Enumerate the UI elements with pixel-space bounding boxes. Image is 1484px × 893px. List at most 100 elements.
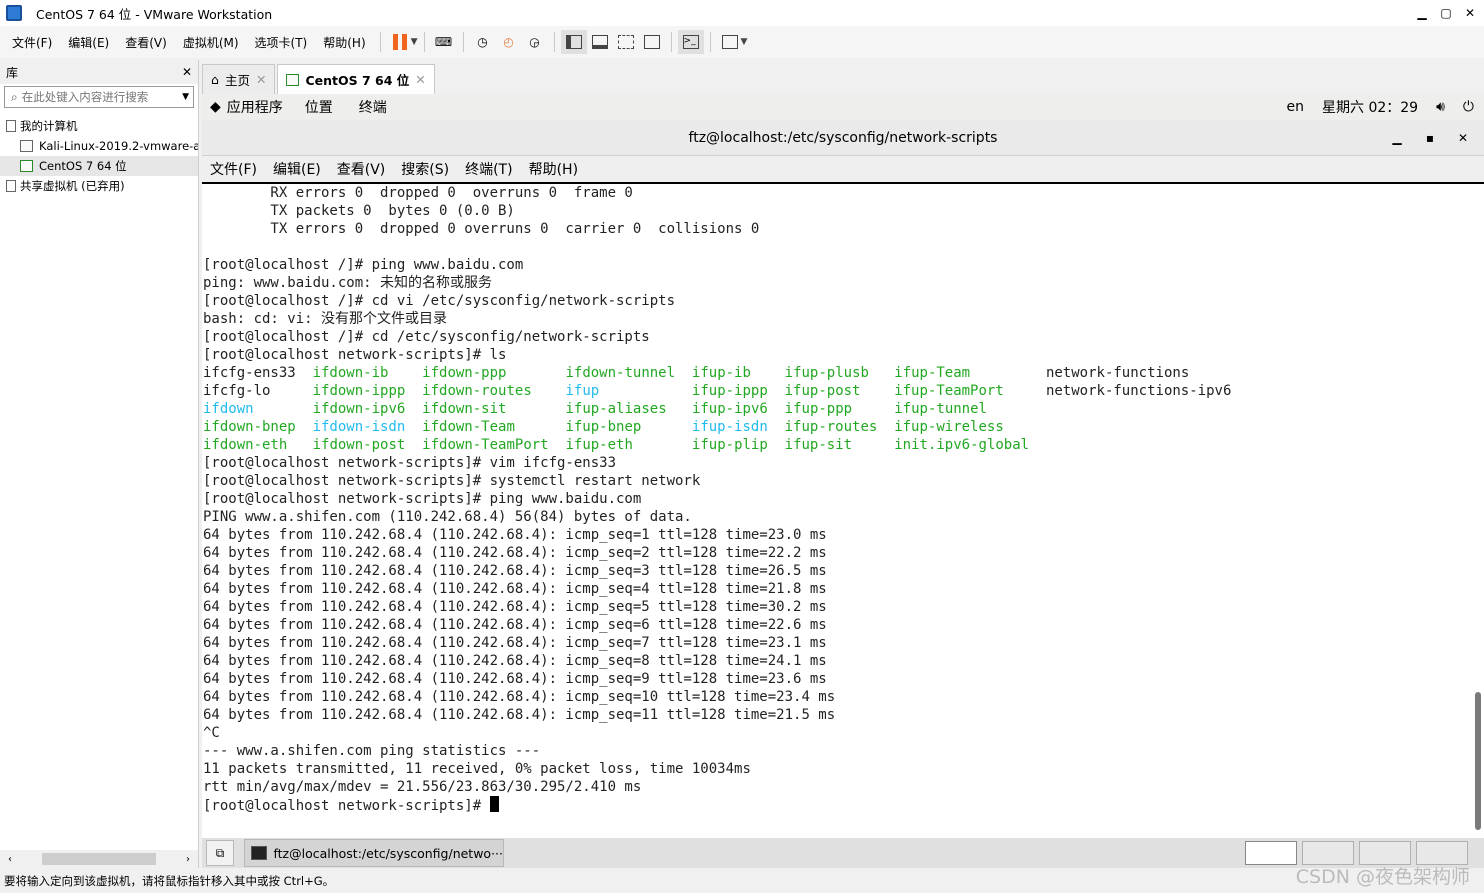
ls-entry: ifcfg-lo [203,383,271,399]
terminal-output[interactable]: RX errors 0 dropped 0 overruns 0 frame 0… [202,184,1484,838]
scroll-right-icon[interactable]: › [186,854,190,865]
vmware-logo-icon [6,5,22,21]
unity-button[interactable] [639,30,665,54]
terminal-line: bash: cd: vi: 没有那个文件或目录 [203,311,448,327]
vm-tabs: ⌂ 主页 ✕ CentOS 7 64 位 ✕ [202,64,437,94]
send-ctrl-alt-del-button[interactable]: ⌨ [431,30,457,54]
vm-display[interactable]: ◆ 应用程序 位置 终端 en 星期六 02：29 🔊︎ ⏻ ftz@local… [202,94,1484,838]
gnome-places-menu[interactable]: 位置 [305,97,333,117]
terminal-scrollbar[interactable] [1474,184,1482,836]
input-language[interactable]: en [1287,99,1305,115]
taskbar-item-label: ftz@localhost:/etc/sysconfig/netwo··· [273,845,503,861]
term-menu-search[interactable]: 搜索(S) [393,159,457,179]
status-text: 要将输入定向到该虚拟机，请将鼠标指针移入其中或按 Ctrl+G。 [4,873,335,888]
terminal-minimize-button[interactable]: ▁ [1382,120,1412,156]
term-menu-edit[interactable]: 编辑(E) [265,159,329,179]
gnome-applications-menu[interactable]: 应用程序 [227,97,283,117]
scroll-left-icon[interactable]: ‹ [8,854,12,865]
library-hscrollbar[interactable]: ‹ › [0,850,198,868]
tree-vm-kali[interactable]: Kali-Linux-2019.2-vmware-a [0,136,198,156]
term-menu-view[interactable]: 查看(V) [329,159,394,179]
scroll-thumb[interactable] [1475,692,1481,830]
fullscreen-button[interactable] [613,30,639,54]
power-icon[interactable]: ⏻ [1463,99,1474,115]
terminal-close-button[interactable]: ✕ [1448,120,1478,156]
menubar: 文件(F) 编辑(E) 查看(V) 虚拟机(M) 选项卡(T) 帮助(H) ▼ … [0,26,1484,58]
pause-dropdown-icon[interactable]: ▼ [411,37,418,47]
ls-entry: ifup-tunnel [894,401,987,417]
thumbnail-bar-button[interactable] [587,30,613,54]
show-desktop-button[interactable]: ⧉ [206,840,234,866]
ls-entry: ifdown-post [312,437,406,453]
revert-icon: ◴ [503,35,514,49]
gnome-clock[interactable]: 星期六 02：29 [1322,97,1418,117]
terminal-prompt-line[interactable]: [root@localhost network-scripts]# [203,796,1484,814]
tree-shared-vms[interactable]: 共享虚拟机 (已弃用) [0,176,198,196]
menu-tabs[interactable]: 选项卡(T) [247,34,316,51]
gnome-window-list: ⧉ ftz@localhost:/etc/sysconfig/netwo··· [202,838,1484,868]
maximize-button[interactable]: ▢ [1434,0,1458,26]
ls-entry: ifup-ppp [784,401,853,417]
ls-entry: ifdown-ib [312,365,389,381]
pause-button[interactable] [387,30,413,54]
scroll-thumb[interactable] [42,853,156,865]
home-icon: ⌂ [211,72,219,87]
tab-close-icon[interactable]: ✕ [415,72,425,87]
search-dropdown-icon[interactable]: ▼ [182,92,189,102]
term-menu-terminal[interactable]: 终端(T) [457,159,520,179]
gnome-terminal-menu[interactable]: 终端 [359,97,387,117]
terminal-line: --- www.a.shifen.com ping statistics --- [203,743,541,759]
library-tree: 我的计算机 Kali-Linux-2019.2-vmware-a CentOS … [0,116,198,196]
ls-entry: ifup-sit [784,437,853,453]
window-title: CentOS 7 64 位 - VMware Workstation [36,6,273,22]
terminal-line: ping: www.baidu.com: 未知的名称或服务 [203,275,493,291]
snapshot-button[interactable]: ◷ [470,30,496,54]
library-title: 库 [6,65,19,80]
close-button[interactable]: ✕ [1458,0,1482,26]
tab-close-icon[interactable]: ✕ [256,72,266,87]
tree-vm-centos[interactable]: CentOS 7 64 位 [0,156,198,176]
ls-entry: ifup-ippp [691,383,768,399]
terminal-cursor [489,796,499,812]
menu-view[interactable]: 查看(V) [117,34,175,51]
menu-help[interactable]: 帮助(H) [315,34,373,51]
terminal-line: 64 bytes from 110.242.68.4 (110.242.68.4… [203,599,827,615]
workspace-1[interactable] [1245,841,1297,865]
library-search: ⌕ ▼ [4,86,194,108]
ls-entry: ifdown-routes [422,383,532,399]
menu-edit[interactable]: 编辑(E) [60,34,117,51]
term-menu-help[interactable]: 帮助(H) [521,159,586,179]
menu-file[interactable]: 文件(F) [4,34,60,51]
terminal-line: 64 bytes from 110.242.68.4 (110.242.68.4… [203,527,827,543]
snapshot-manager-button[interactable]: ◶ [522,30,548,54]
console-view-button[interactable]: >_ [677,30,704,54]
terminal-prompt: [root@localhost network-scripts]# [203,798,490,814]
library-close-icon[interactable]: ✕ [182,65,192,79]
tab-centos[interactable]: CentOS 7 64 位 ✕ [277,64,435,94]
unity-icon [643,35,660,49]
ls-entry: ifdown [203,401,254,417]
minimize-button[interactable]: ▁ [1410,0,1434,26]
vm-running-icon [286,73,300,86]
terminal-maximize-button[interactable]: ▪ [1415,120,1445,156]
show-library-button[interactable] [560,30,587,54]
revert-snapshot-button[interactable]: ◴ [496,30,522,54]
snapshot-icon: ◷ [477,35,488,49]
shared-icon [6,180,16,192]
ls-entry: ifup-ipv6 [691,401,768,417]
toolbar-separator [462,32,464,52]
term-menu-file[interactable]: 文件(F) [202,159,265,179]
library-search-input[interactable] [17,90,183,104]
ls-entry: ifcfg-ens33 [203,365,296,381]
terminal-line: 64 bytes from 110.242.68.4 (110.242.68.4… [203,581,827,597]
menu-vm[interactable]: 虚拟机(M) [175,34,247,51]
stretch-dropdown-icon[interactable]: ▼ [741,37,748,47]
stretch-button[interactable] [717,30,743,54]
terminal-line: 64 bytes from 110.242.68.4 (110.242.68.4… [203,617,827,633]
terminal-line: [root@localhost network-scripts]# ping w… [203,491,642,507]
tree-my-computer[interactable]: 我的计算机 [0,116,198,136]
volume-icon[interactable]: 🔊︎ [1436,99,1445,115]
snapshot-manager-icon: ◶ [529,35,540,49]
taskbar-terminal-item[interactable]: ftz@localhost:/etc/sysconfig/netwo··· [244,839,504,867]
tab-home[interactable]: ⌂ 主页 ✕ [202,64,276,94]
